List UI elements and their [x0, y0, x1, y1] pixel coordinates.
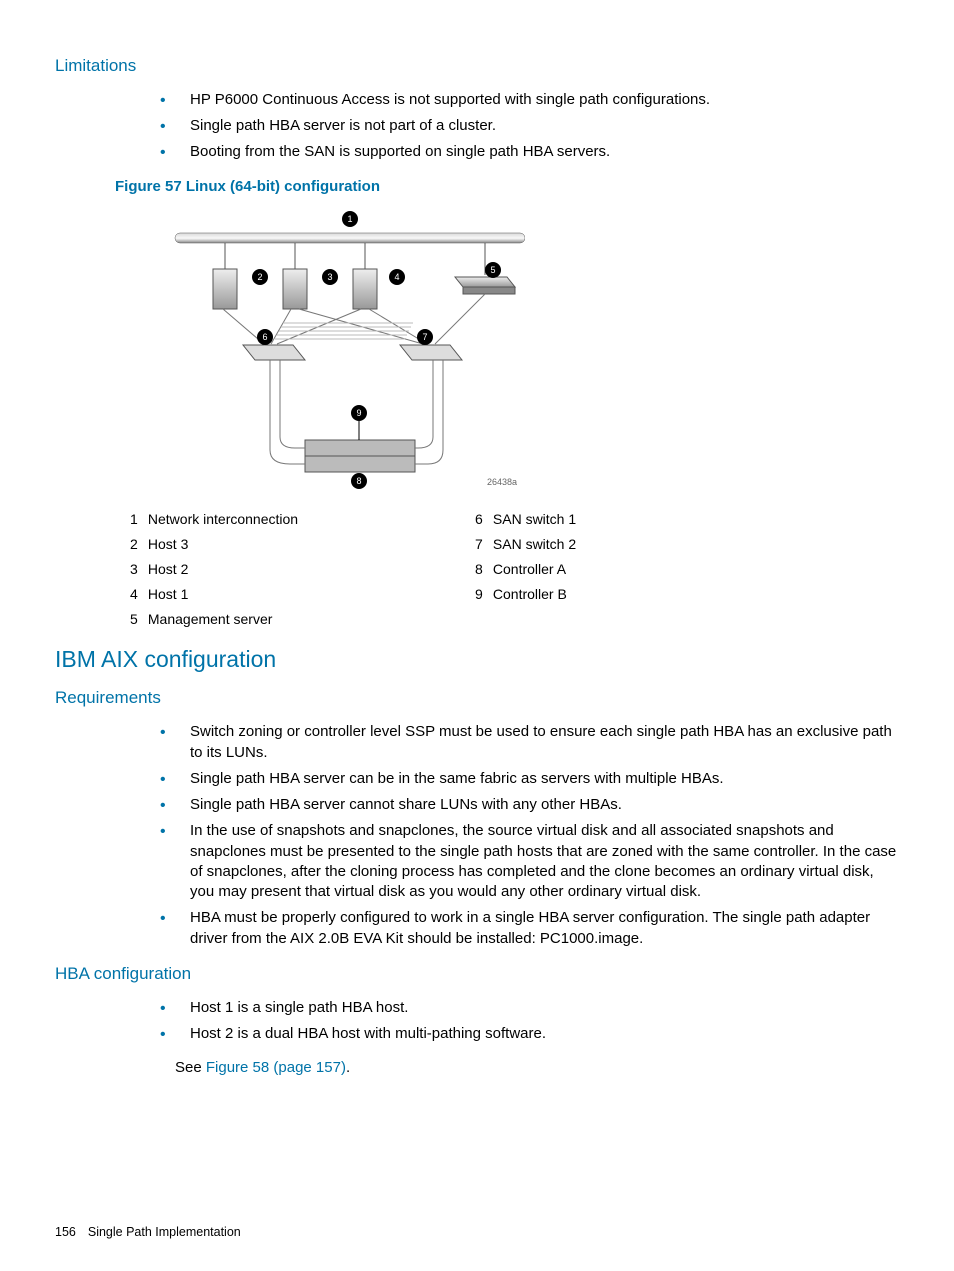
- list-item: Host 1 is a single path HBA host.: [160, 998, 899, 1018]
- svg-text:4: 4: [394, 272, 399, 282]
- footer-title: Single Path Implementation: [88, 1225, 241, 1239]
- svg-text:3: 3: [327, 272, 332, 282]
- figure-ref-id: 26438a: [487, 476, 517, 488]
- limitations-list: HP P6000 Continuous Access is not suppor…: [55, 90, 899, 163]
- requirements-list: Switch zoning or controller level SSP mu…: [55, 722, 899, 949]
- svg-text:6: 6: [262, 332, 267, 342]
- svg-text:9: 9: [356, 408, 361, 418]
- legend-item: 4 Host 1: [130, 585, 475, 604]
- list-item: HBA must be properly configured to work …: [160, 908, 899, 949]
- page-number: 156: [55, 1225, 76, 1239]
- list-item: In the use of snapshots and snapclones, …: [160, 821, 899, 902]
- legend-item: 3 Host 2: [130, 560, 475, 579]
- heading-limitations: Limitations: [55, 55, 899, 78]
- legend-item: 8 Controller A: [475, 560, 820, 579]
- list-item: Booting from the SAN is supported on sin…: [160, 142, 899, 162]
- list-item: Host 2 is a dual HBA host with multi-pat…: [160, 1024, 899, 1044]
- figure-caption: Figure 57 Linux (64-bit) configuration: [115, 177, 899, 197]
- svg-text:7: 7: [422, 332, 427, 342]
- list-item: Single path HBA server can be in the sam…: [160, 769, 899, 789]
- svg-text:8: 8: [356, 476, 361, 486]
- figure-diagram: 1 2 3 4 5 6 7 8 9 26438a: [115, 205, 525, 500]
- figure-legend: 1 Network interconnection 2 Host 3 3 Hos…: [55, 510, 899, 634]
- svg-text:5: 5: [490, 265, 495, 275]
- legend-item: 7 SAN switch 2: [475, 535, 820, 554]
- legend-item: 1 Network interconnection: [130, 510, 475, 529]
- legend-item: 5 Management server: [130, 610, 475, 629]
- legend-item: 9 Controller B: [475, 585, 820, 604]
- list-item: HP P6000 Continuous Access is not suppor…: [160, 90, 899, 110]
- list-item: Single path HBA server cannot share LUNs…: [160, 795, 899, 815]
- hba-list: Host 1 is a single path HBA host. Host 2…: [55, 998, 899, 1045]
- list-item: Switch zoning or controller level SSP mu…: [160, 722, 899, 763]
- svg-text:1: 1: [347, 214, 352, 224]
- page-footer: 156 Single Path Implementation: [55, 1224, 241, 1241]
- heading-ibm-aix: IBM AIX configuration: [55, 644, 899, 675]
- legend-item: 2 Host 3: [130, 535, 475, 554]
- see-reference: See Figure 58 (page 157).: [115, 1058, 899, 1078]
- list-item: Single path HBA server is not part of a …: [160, 116, 899, 136]
- heading-hba-config: HBA configuration: [55, 963, 899, 986]
- heading-requirements: Requirements: [55, 687, 899, 710]
- figure-link[interactable]: Figure 58 (page 157): [206, 1059, 346, 1076]
- svg-text:2: 2: [257, 272, 262, 282]
- legend-item: 6 SAN switch 1: [475, 510, 820, 529]
